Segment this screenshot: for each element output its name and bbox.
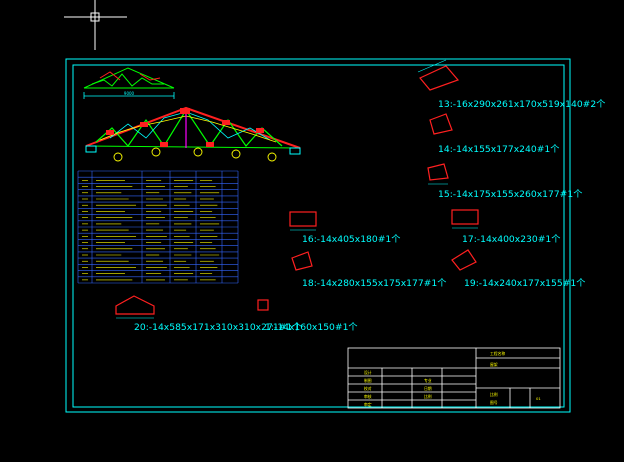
title-row-4: 审核 — [364, 394, 372, 399]
title-sheet-value: 01 — [536, 396, 541, 401]
plate-17-shape — [451, 209, 479, 225]
part-label-13[interactable]: 13:-16x290x261x170x519x140#2个 — [438, 100, 605, 109]
truss-elevation-main — [85, 106, 301, 162]
part-label-17[interactable]: 17:-14x400x230#1个 — [462, 235, 560, 244]
title-block-text: 工程名称 屋架 设计 制图 校对 审核 审定 专业 日期 比例 比例 图号 01 — [364, 351, 541, 407]
truss-elevation-small: 9000 — [83, 67, 175, 99]
plate-21-shape — [257, 299, 269, 311]
plate-20-shape — [115, 295, 155, 315]
title-project: 工程名称 — [490, 351, 505, 356]
title-sheet-label: 图号 — [490, 400, 498, 405]
truss-span-dimension: 9000 — [124, 91, 135, 96]
plate-19-shape — [451, 249, 477, 271]
title-scale-label: 比例 — [490, 392, 498, 397]
title-row-1: 设计 — [364, 370, 372, 375]
title-col2-5: 比例 — [424, 394, 432, 399]
plate-16-shape — [289, 211, 317, 227]
title-drawing-name: 屋架 — [490, 362, 498, 367]
cad-drawing-canvas[interactable]: 9000 工程名称 屋架 设计 制图 校对 审核 审定 专业 日期 比例 比例 … — [0, 0, 624, 462]
plate-18-shape — [291, 251, 313, 271]
plate-15-shape — [427, 163, 449, 181]
part-label-19[interactable]: 19:-14x240x177x155#1个 — [464, 279, 585, 288]
title-block — [347, 347, 561, 409]
part-label-21[interactable]: 1:-14x160x150#1个 — [265, 323, 358, 332]
title-col2-4: 日期 — [424, 386, 432, 391]
part-label-15[interactable]: 15:-14x175x155x260x177#1个 — [438, 190, 582, 199]
title-row-2: 制图 — [364, 378, 372, 383]
plate-13-shape — [419, 65, 460, 91]
title-row-5: 审定 — [364, 402, 372, 407]
material-table — [77, 170, 239, 284]
plate-14-shape — [429, 113, 453, 135]
title-col2-3: 专业 — [424, 378, 432, 383]
part-label-18[interactable]: 18:-14x280x155x175x177#1个 — [302, 279, 446, 288]
part-label-14[interactable]: 14:-14x155x177x240#1个 — [438, 145, 559, 154]
crosshair-cursor-icon — [64, 0, 127, 50]
part-label-16[interactable]: 16:-14x405x180#1个 — [302, 235, 400, 244]
title-row-3: 校对 — [364, 386, 372, 391]
